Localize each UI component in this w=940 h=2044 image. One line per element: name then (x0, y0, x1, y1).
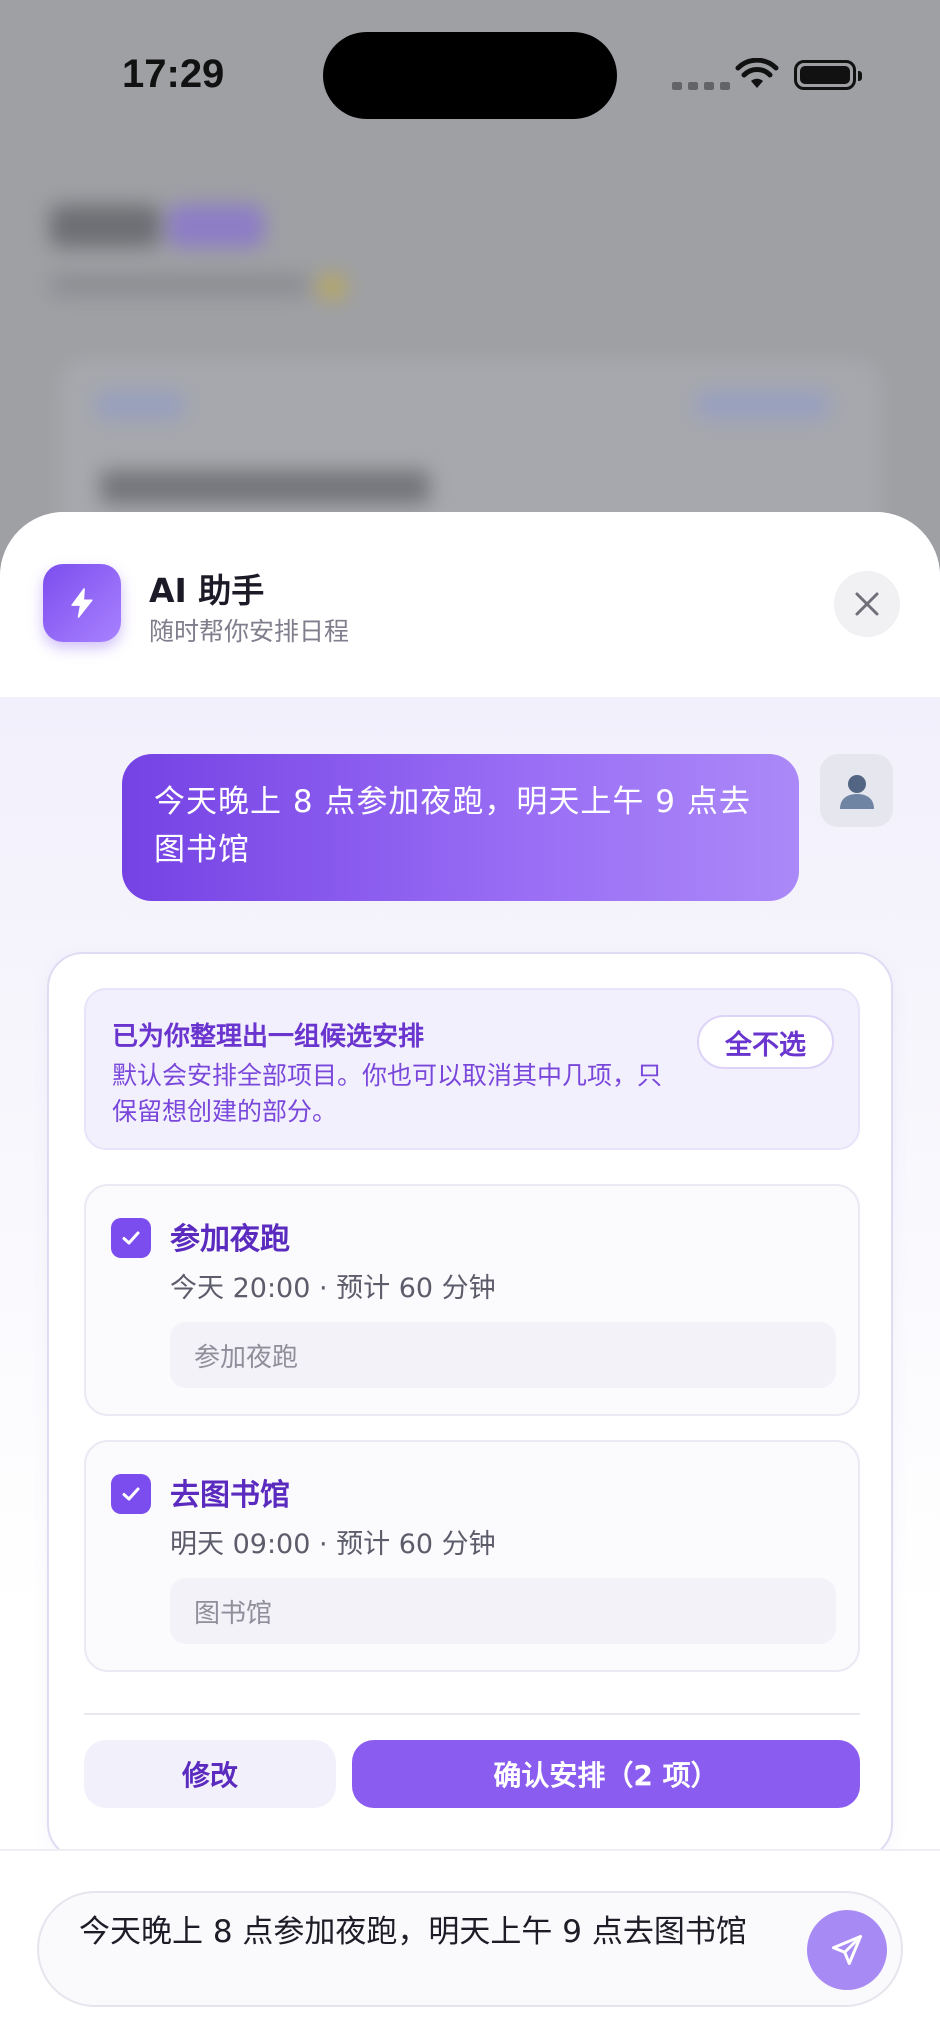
lightning-icon (43, 564, 121, 642)
item-time: 明天 09:00 · 预计 60 分钟 (170, 1529, 496, 1560)
close-icon (855, 592, 879, 616)
item-title: 参加夜跑 (170, 1222, 290, 1257)
check-icon (122, 1231, 140, 1245)
confirm-schedule-button[interactable]: 确认安排（2 项） (352, 1740, 860, 1808)
schedule-item: 去图书馆 明天 09:00 · 预计 60 分钟 图书馆 (84, 1440, 860, 1672)
sheet-header: AI 助手 随时帮你安排日程 (0, 512, 940, 697)
battery-icon (794, 60, 862, 90)
item-checkbox[interactable] (111, 1474, 151, 1514)
suggestion-notice: 已为你整理出一组候选安排 默认会安排全部项目。你也可以取消其中几项，只保留想创建… (84, 988, 860, 1150)
user-icon (839, 774, 874, 809)
divider (84, 1713, 860, 1715)
deselect-all-button[interactable]: 全不选 (697, 1015, 834, 1069)
message-input[interactable]: 今天晚上 8 点参加夜跑，明天上午 9 点去图书馆 (37, 1891, 903, 2007)
check-icon (122, 1487, 140, 1501)
send-icon (832, 1935, 862, 1965)
avatar (820, 754, 893, 827)
ai-assistant-sheet: AI 助手 随时帮你安排日程 今天晚上 8 点参加夜跑，明天上午 9 点去图书馆… (0, 512, 940, 2044)
assistant-suggestion-card: 已为你整理出一组候选安排 默认会安排全部项目。你也可以取消其中几项，只保留想创建… (47, 952, 893, 1860)
dynamic-island (323, 32, 617, 119)
composer-bar: 今天晚上 8 点参加夜跑，明天上午 9 点去图书馆 (0, 1849, 940, 2044)
status-bar: 17:29 (0, 0, 940, 150)
close-button[interactable] (834, 571, 900, 637)
item-title: 去图书馆 (170, 1478, 290, 1513)
edit-button[interactable]: 修改 (84, 1740, 336, 1808)
status-time: 17:29 (122, 52, 225, 96)
send-button[interactable] (807, 1910, 887, 1990)
item-location-input[interactable]: 图书馆 (170, 1578, 836, 1644)
item-checkbox[interactable] (111, 1218, 151, 1258)
signal-icon (672, 82, 730, 90)
message-input-text[interactable]: 今天晚上 8 点参加夜跑，明天上午 9 点去图书馆 (79, 1911, 799, 1953)
wifi-icon (735, 58, 779, 88)
user-message-bubble: 今天晚上 8 点参加夜跑，明天上午 9 点去图书馆 (122, 754, 799, 901)
header-title: AI 助手 (149, 571, 265, 610)
header-subtitle: 随时帮你安排日程 (149, 617, 350, 646)
schedule-item: 参加夜跑 今天 20:00 · 预计 60 分钟 参加夜跑 (84, 1184, 860, 1416)
notice-title: 已为你整理出一组候选安排 (112, 1022, 425, 1052)
item-location-input[interactable]: 参加夜跑 (170, 1322, 836, 1388)
notice-description: 默认会安排全部项目。你也可以取消其中几项，只保留想创建的部分。 (112, 1061, 663, 1126)
item-time: 今天 20:00 · 预计 60 分钟 (170, 1273, 496, 1304)
